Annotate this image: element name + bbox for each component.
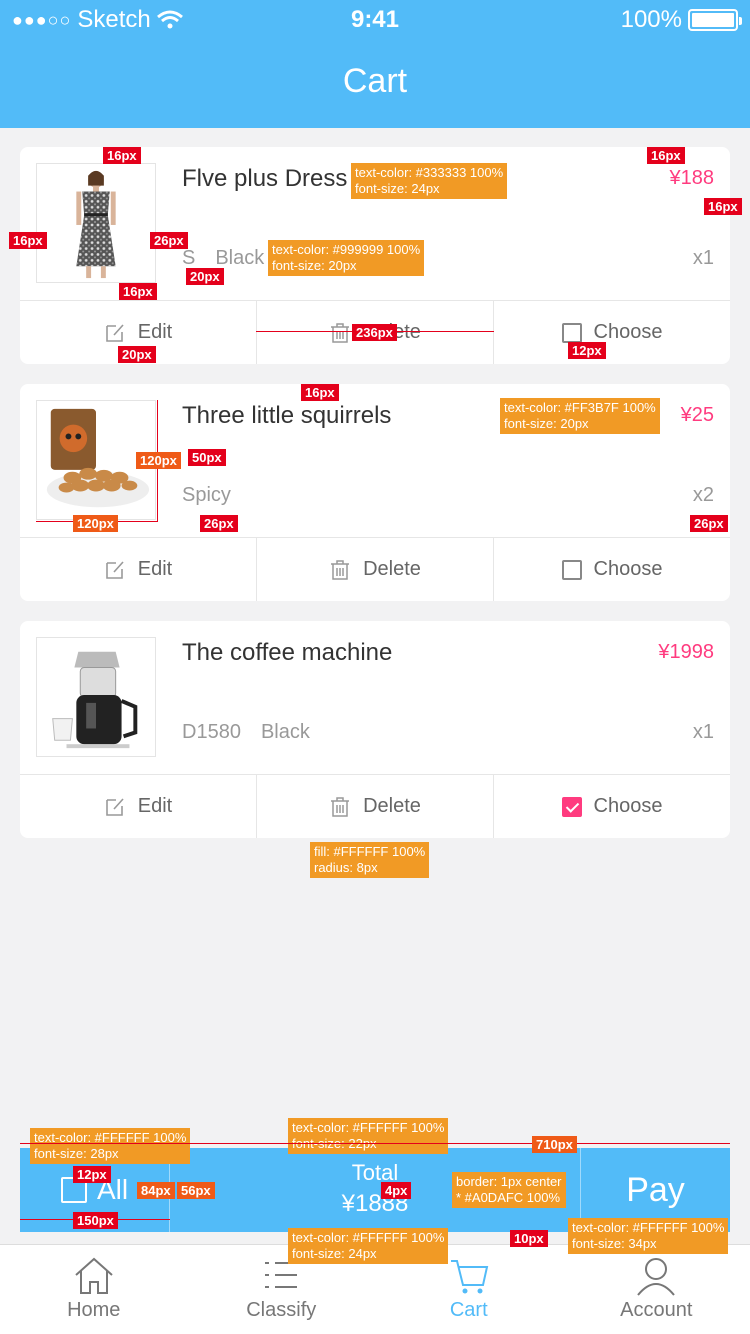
product-spec: Spicy: [182, 484, 231, 507]
measure-tag: 56px: [177, 1182, 215, 1199]
measure-tag: 710px: [532, 1136, 577, 1153]
annotation-card-style: fill: #FFFFFF 100% radius: 8px: [310, 842, 430, 878]
tab-label: Account: [620, 1299, 693, 1321]
product-image-dress[interactable]: [36, 163, 156, 283]
annotation-pay-style: text-color: #FFFFFF 100% font-size: 34px: [568, 1218, 729, 1254]
measure-tag: 20px: [118, 346, 156, 363]
edit-label: Edit: [137, 795, 173, 817]
measure-tag: 16px: [103, 147, 141, 164]
annotation-amount-style: text-color: #FFFFFF 100% font-size: 24px: [288, 1228, 449, 1264]
annotation-spec-style: text-color: #999999 100% font-size: 20px: [268, 240, 425, 276]
checkbox-checked-icon[interactable]: [561, 796, 582, 817]
annotation-title-style: text-color: #333333 100% font-size: 24px: [351, 163, 508, 199]
measure-tag: 150px: [73, 1212, 118, 1229]
measure-tag: 16px: [119, 283, 157, 300]
item-actions: Edit Delete Choose: [20, 774, 730, 838]
choose-label: Choose: [593, 795, 663, 817]
trash-icon: [331, 322, 350, 343]
choose-label: Choose: [593, 558, 663, 580]
measure-tag: 120px: [136, 452, 181, 469]
measure-tag: 26px: [200, 515, 238, 532]
measure-tag: 16px: [301, 384, 339, 401]
measure-tag: 10px: [510, 1230, 548, 1247]
product-quantity: x1: [692, 247, 714, 269]
trash-icon: [331, 559, 350, 580]
home-icon: [75, 1257, 113, 1294]
product-spec: S Black: [182, 247, 264, 270]
annotation-price-style: text-color: #FF3B7F 100% font-size: 20px: [500, 398, 660, 434]
measure-tag: 12px: [568, 342, 606, 359]
measure-tag: 120px: [73, 515, 118, 532]
edit-label: Edit: [137, 321, 173, 343]
choose-button[interactable]: Choose: [494, 301, 730, 364]
product-price: ¥1998: [658, 641, 714, 663]
product-name: The coffee machine: [182, 639, 393, 666]
delete-button[interactable]: Delete: [257, 775, 494, 838]
product-quantity: x1: [692, 721, 714, 743]
annotation-all-style: text-color: #FFFFFF 100% font-size: 28px: [30, 1128, 191, 1164]
person-icon: [637, 1258, 676, 1296]
product-price: ¥188: [669, 167, 715, 189]
measure-tag: 16px: [647, 147, 685, 164]
edit-button[interactable]: Edit: [20, 538, 257, 601]
measure-tag: 12px: [73, 1166, 111, 1183]
measure-tag: 26px: [690, 515, 728, 532]
tab-label: Cart: [449, 1299, 488, 1321]
choose-button[interactable]: Choose: [494, 775, 730, 838]
checkbox-icon[interactable]: [561, 322, 582, 343]
tab-account[interactable]: Account: [563, 1245, 750, 1334]
navigation-bar: Cart: [0, 40, 750, 128]
product-image-coffee-machine[interactable]: [36, 637, 156, 757]
battery-status: 100%: [620, 6, 742, 34]
spec-size: S: [182, 247, 196, 269]
coffee-machine-image: [37, 638, 155, 756]
product-name: Three little squirrels: [182, 402, 392, 429]
measure-line: [20, 1143, 730, 1144]
battery-icon: [688, 9, 742, 31]
annotation-total-style: text-color: #FFFFFF 100% font-size: 22px: [288, 1118, 449, 1154]
annotation-border-style: border: 1px center * #A0DAFC 100%: [452, 1172, 566, 1208]
measure-tag: 236px: [352, 324, 397, 341]
measure-tag: 26px: [150, 232, 188, 249]
edit-icon: [105, 560, 124, 579]
edit-label: Edit: [137, 558, 173, 580]
measure-tag: 16px: [9, 232, 47, 249]
cart-icon: [450, 1260, 488, 1294]
measure-tag: 20px: [186, 268, 224, 285]
trash-icon: [331, 796, 350, 817]
edit-icon: [105, 797, 124, 816]
page-title: Cart: [342, 62, 408, 100]
delete-label: Delete: [363, 558, 421, 580]
spec-flavor: Spicy: [182, 484, 231, 506]
dress-image: [37, 164, 155, 282]
tab-label: Home: [67, 1299, 121, 1321]
measure-tag: 4px: [381, 1182, 412, 1199]
product-quantity: x2: [692, 484, 714, 506]
delete-button[interactable]: Delete: [257, 538, 494, 601]
cart-item-coffee-machine: The coffee machine D1580 Black ¥1998 x1 E…: [20, 621, 730, 838]
status-bar: ●●●○○ Sketch 9:41 100%: [0, 0, 750, 40]
delete-label: Delete: [363, 795, 421, 817]
checkbox-icon[interactable]: [561, 559, 582, 580]
choose-button[interactable]: Choose: [494, 538, 730, 601]
product-price: ¥25: [680, 404, 714, 426]
edit-icon: [105, 323, 124, 342]
tab-label: Classify: [246, 1299, 317, 1321]
measure-tag: 84px: [137, 1182, 175, 1199]
measure-tag: 50px: [188, 449, 226, 466]
product-spec: D1580 Black: [182, 721, 310, 744]
edit-button[interactable]: Edit: [20, 775, 257, 838]
tab-home[interactable]: Home: [0, 1245, 188, 1334]
item-actions: Edit Delete Choose: [20, 537, 730, 601]
spec-color: Black: [260, 721, 310, 743]
spec-model: D1580: [182, 721, 241, 743]
product-name: Flve plus Dress: [182, 165, 348, 192]
spec-color: Black: [215, 247, 265, 269]
measure-tag: 16px: [704, 198, 742, 215]
battery-percent: 100%: [620, 6, 682, 33]
choose-label: Choose: [593, 321, 663, 343]
